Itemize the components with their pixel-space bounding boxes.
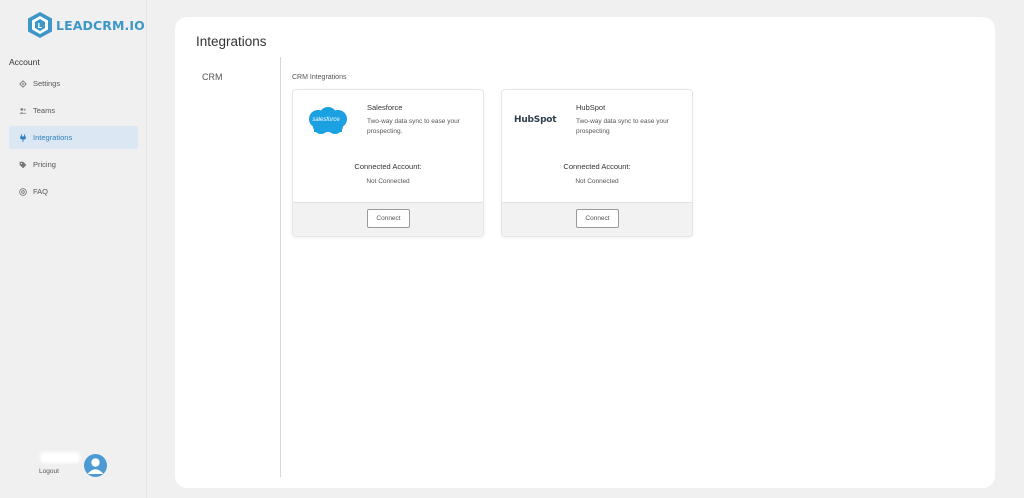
sidebar: L LEADCRM.IO Account Settings Teams Inte… xyxy=(0,0,147,498)
gear-icon xyxy=(19,79,27,88)
sidebar-item-label: Pricing xyxy=(33,160,56,169)
sidebar-item-pricing[interactable]: Pricing xyxy=(9,153,138,176)
integration-name: HubSpot xyxy=(576,103,606,112)
salesforce-connect-button[interactable]: Connect xyxy=(367,209,410,228)
brand-logo[interactable]: L LEADCRM.IO xyxy=(27,11,145,39)
hubspot-logo: HubSpot xyxy=(514,106,560,138)
help-circle-icon xyxy=(19,187,27,196)
sidebar-item-label: Settings xyxy=(33,79,61,88)
page-title: Integrations xyxy=(196,34,267,49)
hubspot-connect-button[interactable]: Connect xyxy=(576,209,619,228)
leadcrm-logo-icon: L xyxy=(28,12,52,38)
sidebar-nav: Settings Teams Integrations Pricing FAQ xyxy=(9,72,138,207)
svg-text:L: L xyxy=(38,22,43,30)
salesforce-logo-text: salesforce xyxy=(312,117,340,123)
redacted-username xyxy=(40,452,80,463)
account-section-label: Account xyxy=(9,57,40,67)
sidebar-item-faq[interactable]: FAQ xyxy=(9,180,138,203)
card-footer: Connect xyxy=(293,202,483,236)
users-icon xyxy=(19,107,27,114)
sidebar-item-label: FAQ xyxy=(33,187,49,196)
logout-link[interactable]: Logout xyxy=(39,468,59,475)
salesforce-logo: salesforce xyxy=(305,106,351,138)
sidebar-item-label: Teams xyxy=(33,106,56,115)
main-panel: Integrations CRM CRM Integrations salesf… xyxy=(175,17,995,488)
brand-name: LEADCRM.IO xyxy=(56,17,145,33)
hubspot-logo-text: HubSpot xyxy=(514,115,557,125)
hubspot-card: HubSpot HubSpot Two-way data sync to eas… xyxy=(501,89,693,237)
connected-account-value: Not Connected xyxy=(366,178,410,185)
tag-icon xyxy=(19,161,27,168)
salesforce-card: salesforce Salesforce Two-way data sync … xyxy=(292,89,484,237)
sidebar-item-teams[interactable]: Teams xyxy=(9,99,138,122)
connected-account-value: Not Connected xyxy=(575,178,619,185)
connected-account-label: Connected Account: xyxy=(563,162,631,171)
integration-name: Salesforce xyxy=(367,103,403,112)
sidebar-item-integrations[interactable]: Integrations xyxy=(9,126,138,149)
sidebar-item-settings[interactable]: Settings xyxy=(9,72,138,95)
card-footer: Connect xyxy=(502,202,692,236)
subnav-item-crm[interactable]: CRM xyxy=(202,72,223,82)
integration-description: Two-way data sync to ease your prospecti… xyxy=(367,118,460,135)
integration-description: Two-way data sync to ease your prospecti… xyxy=(576,118,669,135)
connected-account-label: Connected Account: xyxy=(354,162,422,171)
crm-integrations-heading: CRM Integrations xyxy=(292,74,347,81)
sidebar-item-label: Integrations xyxy=(33,133,73,142)
user-block: Logout xyxy=(36,451,116,481)
user-avatar-icon[interactable] xyxy=(84,454,107,477)
vertical-divider xyxy=(280,57,281,477)
plug-icon xyxy=(20,133,26,142)
